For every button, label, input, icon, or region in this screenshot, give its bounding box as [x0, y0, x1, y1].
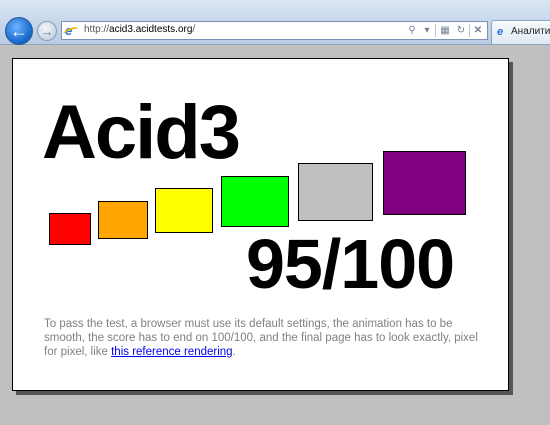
browser-toolbar: ← → e http://acid3.acidtests.org/ ⚲ ▾ ▦ … — [0, 0, 550, 45]
browser-tab[interactable]: e Аналити — [491, 20, 550, 44]
address-url[interactable]: http://acid3.acidtests.org/ — [84, 24, 195, 35]
forward-arrow-icon[interactable]: → — [37, 21, 57, 41]
acid3-page: Acid3 95/100 To pass the test, a browser… — [12, 58, 509, 391]
ie-tab-icon: e — [497, 26, 504, 38]
reference-rendering-link[interactable]: this reference rendering — [111, 346, 232, 358]
chevron-down-icon[interactable]: ▾ — [420, 23, 434, 38]
box-purple — [383, 151, 466, 215]
box-red — [49, 213, 91, 245]
description-after-link: . — [232, 346, 236, 358]
compatibility-view-icon[interactable]: ▦ — [438, 23, 452, 38]
ie-page-icon: e — [65, 24, 78, 37]
page-title: Acid3 — [42, 90, 241, 175]
box-yellow — [155, 188, 213, 233]
description-text: To pass the test, a browser must use its… — [44, 317, 484, 359]
toolbar-divider — [469, 24, 470, 37]
back-arrow-icon[interactable]: ← — [5, 17, 33, 45]
box-silver — [298, 163, 373, 221]
score-display: 95/100 — [246, 225, 455, 303]
refresh-icon[interactable]: ↻ — [454, 23, 468, 38]
close-icon[interactable]: ✕ — [471, 23, 485, 38]
box-orange — [98, 201, 148, 239]
address-bar[interactable]: e http://acid3.acidtests.org/ ⚲ ▾ ▦ ↻ ✕ — [61, 21, 488, 40]
tab-label: Аналити — [511, 26, 550, 37]
toolbar-divider — [435, 24, 436, 37]
description-before-link: To pass the test, a browser must use its… — [44, 318, 478, 358]
box-lime — [221, 176, 289, 227]
search-icon[interactable]: ⚲ — [405, 23, 419, 38]
